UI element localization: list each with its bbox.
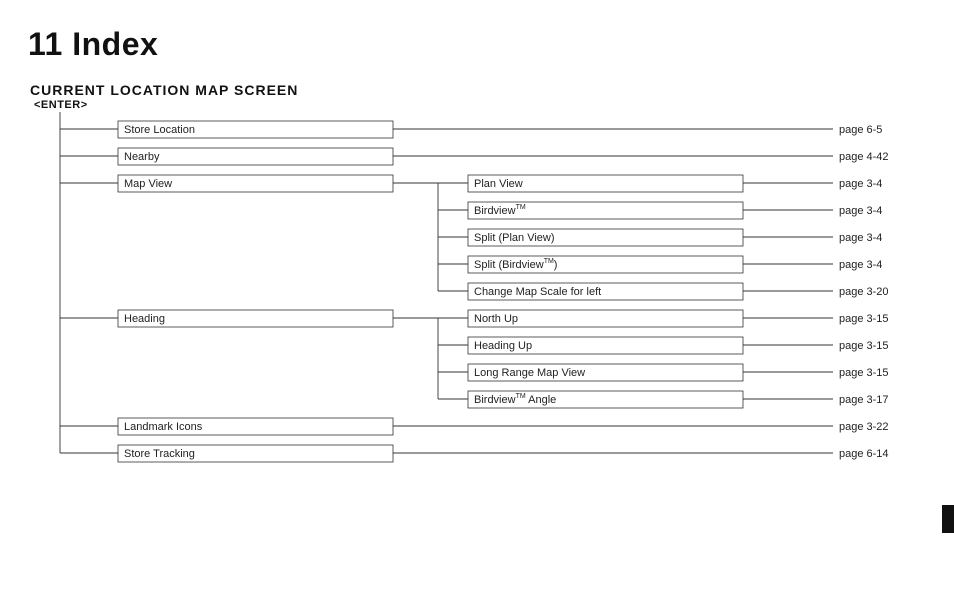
page-ref: page 4-42	[839, 151, 889, 163]
page-ref: page 6-5	[839, 124, 882, 136]
page-ref: page 6-14	[839, 448, 889, 460]
item-label: Nearby	[124, 151, 160, 163]
item-label: Map View	[124, 178, 172, 190]
item-label: BirdviewTM Angle	[474, 393, 556, 406]
page-ref: page 3-4	[839, 178, 882, 190]
index-diagram: Store Location page 6-5 Nearby page 4-42…	[0, 0, 954, 608]
item-label: Store Location	[124, 124, 195, 136]
item-label: Heading	[124, 313, 165, 325]
page-ref: page 3-22	[839, 421, 889, 433]
item-label: Plan View	[474, 178, 523, 190]
page-tab-marker	[942, 505, 954, 533]
page-ref: page 3-4	[839, 232, 882, 244]
page-ref: page 3-17	[839, 394, 889, 406]
item-label: Store Tracking	[124, 448, 195, 460]
page-ref: page 3-4	[839, 205, 882, 217]
item-label: Landmark Icons	[124, 421, 203, 433]
item-label: Heading Up	[474, 340, 532, 352]
item-label: Split (Plan View)	[474, 232, 555, 244]
page-ref: page 3-20	[839, 286, 889, 298]
item-label: Long Range Map View	[474, 367, 585, 379]
item-label: North Up	[474, 313, 518, 325]
page-ref: page 3-15	[839, 367, 889, 379]
page-ref: page 3-15	[839, 313, 889, 325]
page-ref: page 3-4	[839, 259, 882, 271]
item-label: Change Map Scale for left	[474, 286, 601, 298]
page-ref: page 3-15	[839, 340, 889, 352]
